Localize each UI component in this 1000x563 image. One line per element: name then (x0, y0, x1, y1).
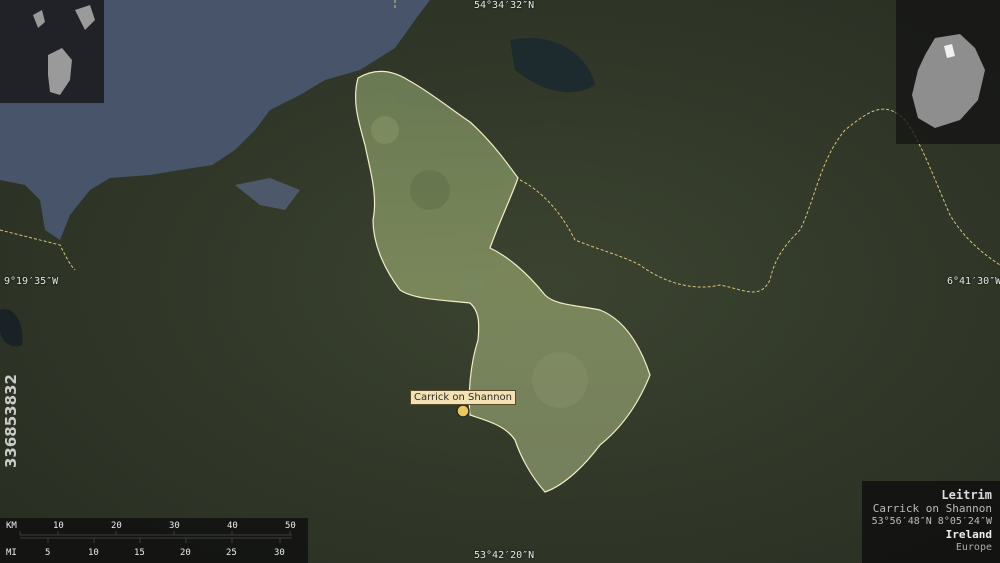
scale-km-tick: 20 (111, 521, 122, 531)
coord-bottom: 53°42′20″N (474, 550, 535, 561)
country-name: Ireland (945, 528, 992, 541)
city-label[interactable]: Carrick on Shannon (410, 390, 516, 405)
region-name: Leitrim (941, 488, 992, 502)
scale-km-tick: 50 (285, 521, 296, 531)
capital-name: Carrick on Shannon (872, 502, 992, 515)
scale-km-tick: 10 (53, 521, 64, 531)
scale-mi-tick: 30 (274, 548, 285, 558)
scale-km-unit: KM (6, 521, 17, 531)
scale-mi-tick: 20 (180, 548, 191, 558)
scale-km-tick: 30 (169, 521, 180, 531)
city-marker[interactable] (456, 404, 470, 418)
continent-name: Europe (955, 542, 992, 553)
stock-id: 336853832 (2, 374, 20, 468)
terrain-highlight (371, 116, 399, 144)
coord-right: 6°41′30″W (947, 276, 1000, 287)
terrain-highlight (410, 170, 450, 210)
satellite-map (0, 0, 1000, 563)
scale-mi-tick: 15 (134, 548, 145, 558)
scale-bar: KM 10 20 30 40 50 MI 5 10 15 20 25 30 (0, 518, 308, 563)
scale-mi-unit: MI (6, 548, 17, 558)
info-panel: Leitrim Carrick on Shannon 53°56′48″N 8°… (862, 481, 1000, 563)
coord-top: 54°34′32″N (474, 0, 535, 11)
capital-coords: 53°56′48″N 8°05′24″W (871, 516, 992, 527)
scale-km-tick: 40 (227, 521, 238, 531)
terrain-highlight (532, 352, 588, 408)
scale-mi-tick: 5 (45, 548, 51, 558)
scale-mi-tick: 25 (226, 548, 237, 558)
scale-mi-tick: 10 (88, 548, 99, 558)
coord-left: 9°19′35″W (4, 276, 59, 287)
